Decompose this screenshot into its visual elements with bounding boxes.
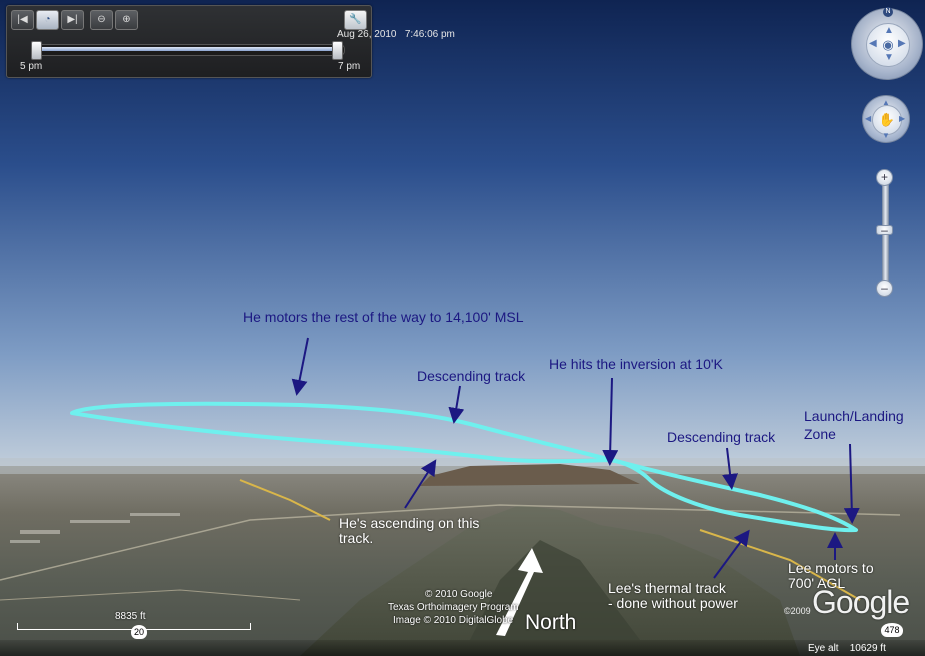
- thermal-line-2: - done without power: [608, 595, 738, 611]
- look-control[interactable]: N ◉ ▲ ▼ ◀ ▶: [851, 7, 923, 80]
- move-up-icon[interactable]: ▲: [882, 98, 890, 107]
- zoom-slider[interactable]: + – –: [876, 169, 893, 297]
- eye-alt-value: 10629 ft: [849, 643, 886, 654]
- copyright-google: © 2010 Google: [425, 589, 493, 600]
- google-logo: Google: [812, 584, 910, 620]
- ascending-line-1: He's ascending on this: [339, 515, 480, 531]
- back-icon[interactable]: |◀: [11, 10, 34, 30]
- zoom-plus-icon[interactable]: +: [876, 169, 893, 186]
- time-start-label: 5 pm: [20, 61, 43, 72]
- clock-icon[interactable]: ◔: [36, 10, 59, 30]
- look-right-icon[interactable]: ▶: [898, 38, 906, 49]
- logo-year: ©2009: [784, 606, 811, 616]
- ascending-line-2: track.: [339, 530, 374, 546]
- zoom-thumb[interactable]: –: [876, 224, 893, 236]
- time-text: 7:46:06 pm: [404, 29, 455, 40]
- time-end-label: 7 pm: [338, 61, 361, 72]
- move-control[interactable]: ✋ ▲ ▼ ◀ ▶: [862, 95, 910, 143]
- time-slider-panel: |◀ ◔ ▶| ⊖ ⊕ 🔧 Aug 26, 2010 7:46:06 pm 5 …: [6, 5, 455, 78]
- look-left-icon[interactable]: ◀: [869, 38, 877, 49]
- copyright-texas: Texas Orthoimagery Program: [388, 602, 519, 613]
- status-bar: [0, 640, 925, 656]
- time-start-handle[interactable]: [31, 41, 42, 60]
- date-text: Aug 26, 2010: [337, 29, 397, 40]
- wrench-icon[interactable]: 🔧: [344, 10, 367, 30]
- zoom-out-icon[interactable]: ⊖: [90, 10, 113, 30]
- move-down-icon[interactable]: ▼: [882, 131, 890, 140]
- launch-line-1: Launch/Landing: [804, 408, 904, 424]
- route-shield-20: 20: [131, 625, 147, 639]
- eye-alt-label: Eye alt: [808, 643, 839, 654]
- zoom-minus-icon[interactable]: –: [876, 280, 893, 297]
- annotation-launch-zone: Launch/Landing Zone: [804, 407, 904, 443]
- time-end-handle[interactable]: [332, 41, 343, 60]
- launch-line-2: Zone: [804, 426, 836, 442]
- eye-altitude: Eye alt 10629 ft: [808, 643, 886, 654]
- move-left-icon[interactable]: ◀: [865, 114, 871, 123]
- move-right-icon[interactable]: ▶: [899, 114, 905, 123]
- time-range-fill: [34, 47, 342, 51]
- lee-motors-line-1: Lee motors to: [788, 560, 874, 576]
- map-view[interactable]: [0, 0, 925, 656]
- scale-label: 8835 ft: [115, 611, 146, 622]
- north-label: North: [525, 611, 577, 634]
- thermal-line-1: Lee's thermal track: [608, 580, 726, 596]
- route-shield-478: 478: [881, 623, 903, 637]
- time-track[interactable]: [31, 44, 345, 56]
- zoom-in-icon[interactable]: ⊕: [115, 10, 138, 30]
- annotation-thermal-track: Lee's thermal track - done without power: [608, 581, 738, 611]
- annotation-inversion: He hits the inversion at 10'K: [549, 356, 723, 372]
- copyright-digitalglobe: Image © 2010 DigitalGlobe: [393, 615, 514, 626]
- forward-icon[interactable]: ▶|: [61, 10, 84, 30]
- annotation-descending-1: Descending track: [417, 368, 526, 384]
- look-up-icon[interactable]: ▲: [884, 25, 894, 36]
- annotation-ascending: He's ascending on this track.: [339, 516, 479, 546]
- compass-north-icon[interactable]: N: [883, 7, 893, 17]
- annotation-motors-rest: He motors the rest of the way to 14,100'…: [243, 309, 524, 325]
- time-readout: Aug 26, 2010 7:46:06 pm: [337, 29, 455, 40]
- annotation-descending-2: Descending track: [667, 429, 776, 445]
- look-down-icon[interactable]: ▼: [884, 52, 894, 63]
